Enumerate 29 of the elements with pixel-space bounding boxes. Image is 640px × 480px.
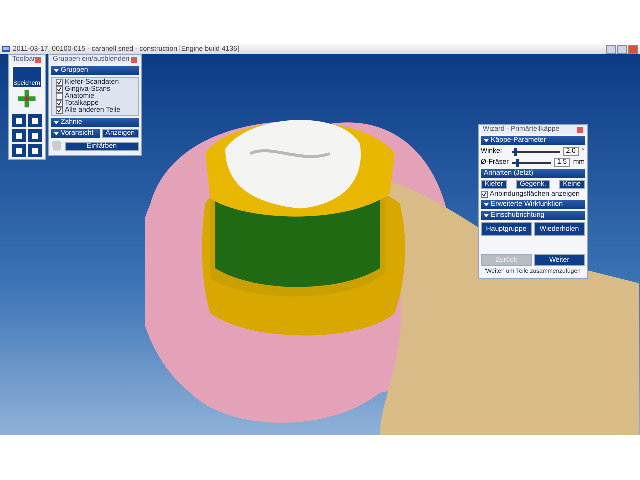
close-button[interactable] [577,126,583,132]
minimize-button[interactable] [606,44,616,54]
slider-thumb[interactable] [514,148,518,156]
view-button[interactable] [28,144,42,157]
checkbox[interactable] [481,191,488,198]
triangle-icon [54,120,59,124]
view-button[interactable] [28,129,42,142]
checkbox[interactable] [56,100,63,107]
view-button[interactable] [28,114,42,127]
triangle-icon [484,138,489,142]
checkbox[interactable] [56,93,63,100]
triangle-icon [54,132,59,136]
checkbox[interactable] [56,107,63,114]
view-button[interactable] [12,144,26,157]
close-button[interactable] [35,56,42,62]
triangle-icon [54,68,59,72]
3d-viewport[interactable] [0,54,640,435]
slider-thumb[interactable] [516,158,519,166]
app-icon [2,46,10,52]
checkbox[interactable] [56,86,63,93]
close-button[interactable] [131,56,137,62]
checkbox[interactable] [56,79,63,86]
view-button[interactable] [12,114,26,127]
triangle-icon [484,202,489,206]
tooth-icon [51,140,63,152]
close-button[interactable] [628,44,638,54]
triangle-icon [484,214,489,218]
view-button[interactable] [12,129,26,142]
maximize-button[interactable] [617,44,627,54]
